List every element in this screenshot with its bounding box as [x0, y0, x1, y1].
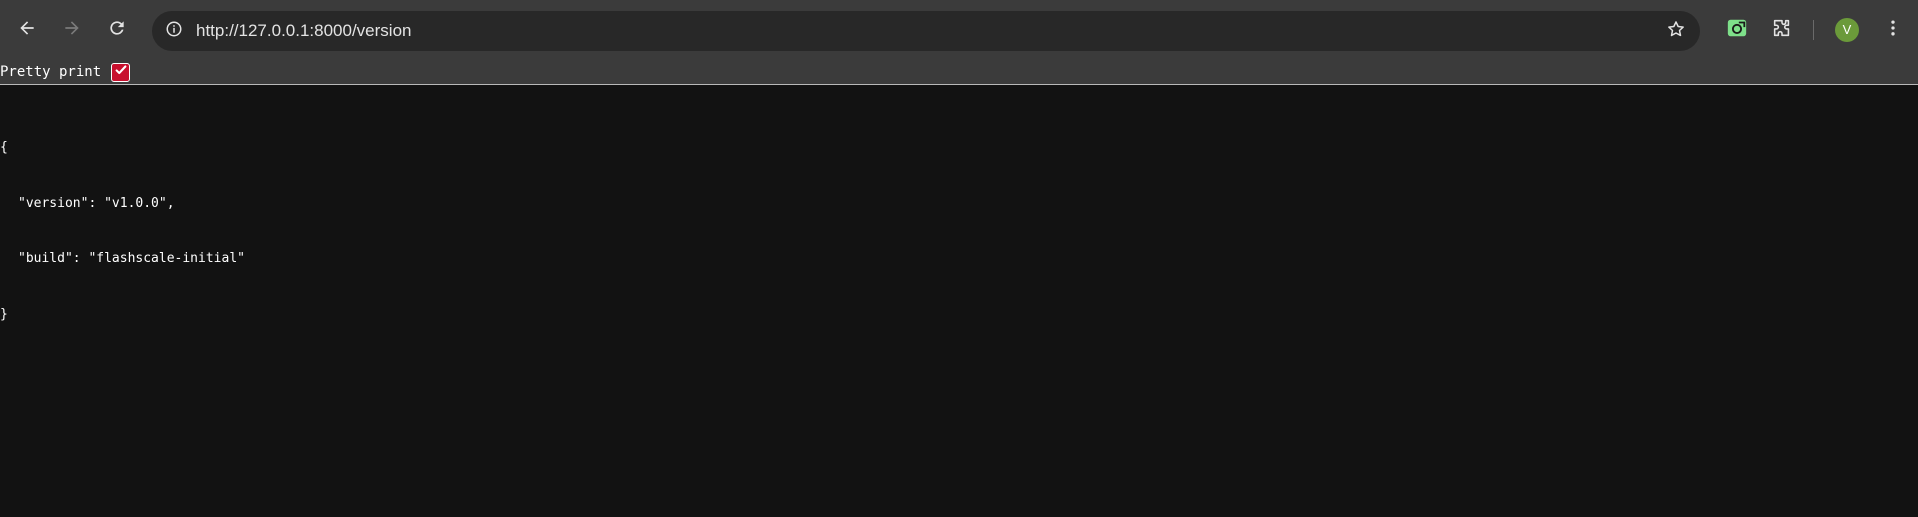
extensions-button[interactable] — [1768, 16, 1796, 44]
json-open-brace: { — [0, 140, 8, 155]
back-arrow-icon — [17, 18, 37, 43]
screen-capture-extension-icon — [1726, 17, 1748, 44]
browser-toolbar: http://127.0.0.1:8000/version V — [0, 0, 1918, 60]
extension-button[interactable] — [1723, 16, 1751, 44]
puzzle-icon — [1771, 17, 1793, 44]
forward-arrow-icon — [62, 18, 82, 43]
pretty-print-checkbox[interactable] — [111, 63, 130, 82]
info-icon — [165, 20, 183, 43]
profile-avatar[interactable]: V — [1835, 18, 1859, 42]
star-icon — [1666, 19, 1686, 44]
pretty-print-label: Pretty print — [0, 64, 102, 80]
toolbar-divider — [1813, 20, 1814, 40]
forward-button[interactable] — [56, 14, 88, 46]
address-bar[interactable]: http://127.0.0.1:8000/version — [152, 11, 1700, 51]
bookmark-button[interactable] — [1662, 17, 1690, 45]
browser-menu-button[interactable] — [1879, 16, 1907, 44]
reload-button[interactable] — [101, 14, 133, 46]
json-line-build: "build": "flashscale-initial" — [18, 251, 245, 266]
json-viewer: { "version": "v1.0.0", "build": "flashsc… — [0, 102, 245, 343]
json-line-version: "version": "v1.0.0", — [18, 195, 175, 211]
pretty-print-bar: Pretty print — [0, 60, 1918, 85]
reload-icon — [107, 18, 127, 43]
back-button[interactable] — [11, 14, 43, 46]
checkmark-icon — [114, 63, 128, 82]
url-text[interactable]: http://127.0.0.1:8000/version — [196, 11, 412, 51]
kebab-menu-icon — [1883, 18, 1903, 43]
site-info-button[interactable] — [160, 17, 188, 45]
json-close-brace: } — [0, 306, 8, 322]
